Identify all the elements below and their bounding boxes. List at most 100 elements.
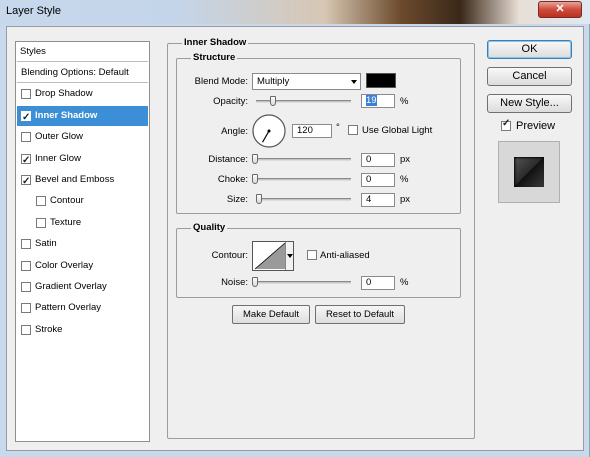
style-item-checkbox[interactable] [36,196,46,207]
style-item-checkbox[interactable] [21,89,31,100]
title-bar[interactable]: Layer Style ✕ [0,0,590,24]
blend-mode-value: Multiply [257,76,290,87]
angle-unit: ° [336,122,340,133]
window-title: Layer Style [6,5,62,17]
style-item-label: Blending Options: Default [21,67,129,78]
opacity-unit: % [400,96,409,107]
styles-list-header-label: Styles [20,46,46,57]
distance-label: Distance: [208,154,248,165]
size-value: 4 [366,194,372,205]
contour-picker[interactable] [252,241,294,271]
anti-aliased-checkbox[interactable] [307,250,317,260]
size-unit: px [400,194,411,205]
cancel-button[interactable]: Cancel [487,67,572,86]
style-item-checkbox[interactable] [21,108,31,128]
choke-slider-track[interactable] [256,178,351,181]
style-item-satin[interactable]: Satin [17,234,148,254]
style-item-stroke[interactable]: Stroke [17,320,148,340]
distance-slider-thumb[interactable] [252,154,258,164]
style-item-label: Satin [35,238,57,250]
contour-preview-icon [254,242,286,270]
style-item-label: Bevel and Emboss [35,174,115,185]
inner-shadow-title: Inner Shadow [182,37,249,48]
size-label: Size: [226,194,248,205]
new-style-button[interactable]: New Style... [487,94,572,113]
style-item-drop-shadow[interactable]: Drop Shadow [17,84,148,104]
style-item-pattern-overlay[interactable]: Pattern Overlay [17,298,148,318]
opacity-value: 19 [366,95,377,106]
use-global-light-checkbox[interactable] [348,125,358,135]
contour-label: Contour: [211,250,248,261]
chevron-down-icon [287,254,293,258]
distance-value: 0 [366,154,372,165]
reset-to-default-button[interactable]: Reset to Default [315,305,405,324]
noise-slider-thumb[interactable] [252,277,258,287]
style-item-bevel-and-emboss[interactable]: Bevel and Emboss [17,170,148,192]
size-slider-thumb[interactable] [256,194,262,204]
preview-checkbox[interactable] [501,118,511,131]
noise-slider-track[interactable] [256,281,351,284]
style-item-checkbox[interactable] [36,217,46,228]
style-item-label: Outer Glow [35,131,84,143]
preview-thumbnail [498,141,560,203]
size-input[interactable]: 4 [361,193,395,207]
style-item-inner-shadow[interactable]: Inner Shadow [17,105,148,128]
style-item-label: Gradient Overlay [35,281,107,292]
style-item-checkbox[interactable] [21,172,31,192]
distance-input[interactable]: 0 [361,153,395,167]
noise-unit: % [400,277,409,288]
style-item-checkbox[interactable] [21,324,31,335]
style-item-label: Texture [50,216,82,228]
style-item-color-overlay[interactable]: Color Overlay [17,256,148,276]
style-item-checkbox[interactable] [21,260,31,271]
style-item-texture[interactable]: Texture [17,213,148,233]
style-item-contour[interactable]: Contour [17,191,148,211]
size-slider-track[interactable] [256,198,351,201]
close-icon: ✕ [555,3,565,15]
style-item-label: Contour [50,195,84,207]
style-item-label: Inner Glow [35,152,81,164]
shadow-color-swatch[interactable] [366,73,396,88]
angle-input[interactable]: 120 [292,124,332,138]
style-item-label: Color Overlay [35,259,94,271]
blend-mode-select[interactable]: Multiply [252,73,361,90]
reset-to-default-label: Reset to Default [325,309,395,320]
style-item-label: Pattern Overlay [35,302,101,314]
style-item-gradient-overlay[interactable]: Gradient Overlay [17,277,148,297]
style-item-label: Inner Shadow [35,109,98,121]
quality-title: Quality [191,222,228,233]
opacity-input[interactable]: 19 [361,94,395,108]
angle-value: 120 [297,125,313,136]
style-item-label: Drop Shadow [35,88,93,100]
style-item-checkbox[interactable] [21,282,31,292]
choke-slider-thumb[interactable] [252,174,258,184]
style-item-blending-options-default[interactable]: Blending Options: Default [17,63,148,83]
angle-dial-center [267,129,271,133]
styles-list-header[interactable]: Styles [17,42,148,62]
preview-swatch [514,157,544,187]
use-global-light-label: Use Global Light [362,125,433,136]
noise-input[interactable]: 0 [361,276,395,290]
choke-value: 0 [366,174,372,185]
style-item-outer-glow[interactable]: Outer Glow [17,127,148,147]
cancel-label: Cancel [512,70,547,82]
opacity-slider-thumb[interactable] [270,96,277,106]
make-default-button[interactable]: Make Default [232,305,310,324]
distance-slider-track[interactable] [256,158,351,161]
angle-dial[interactable] [251,113,287,149]
contour-dropdown[interactable] [285,242,293,270]
opacity-label: Opacity: [213,96,248,107]
style-item-inner-glow[interactable]: Inner Glow [17,149,148,171]
style-item-checkbox[interactable] [21,132,31,143]
close-button[interactable]: ✕ [538,1,582,18]
choke-unit: % [400,174,409,185]
style-item-checkbox[interactable] [21,151,31,171]
make-default-label: Make Default [243,309,299,320]
choke-input[interactable]: 0 [361,173,395,187]
choke-label: Choke: [217,174,248,185]
style-item-label: Stroke [35,323,63,335]
ok-button[interactable]: OK [487,40,572,59]
angle-label: Angle: [221,126,248,137]
style-item-checkbox[interactable] [21,303,31,314]
style-item-checkbox[interactable] [21,239,31,250]
